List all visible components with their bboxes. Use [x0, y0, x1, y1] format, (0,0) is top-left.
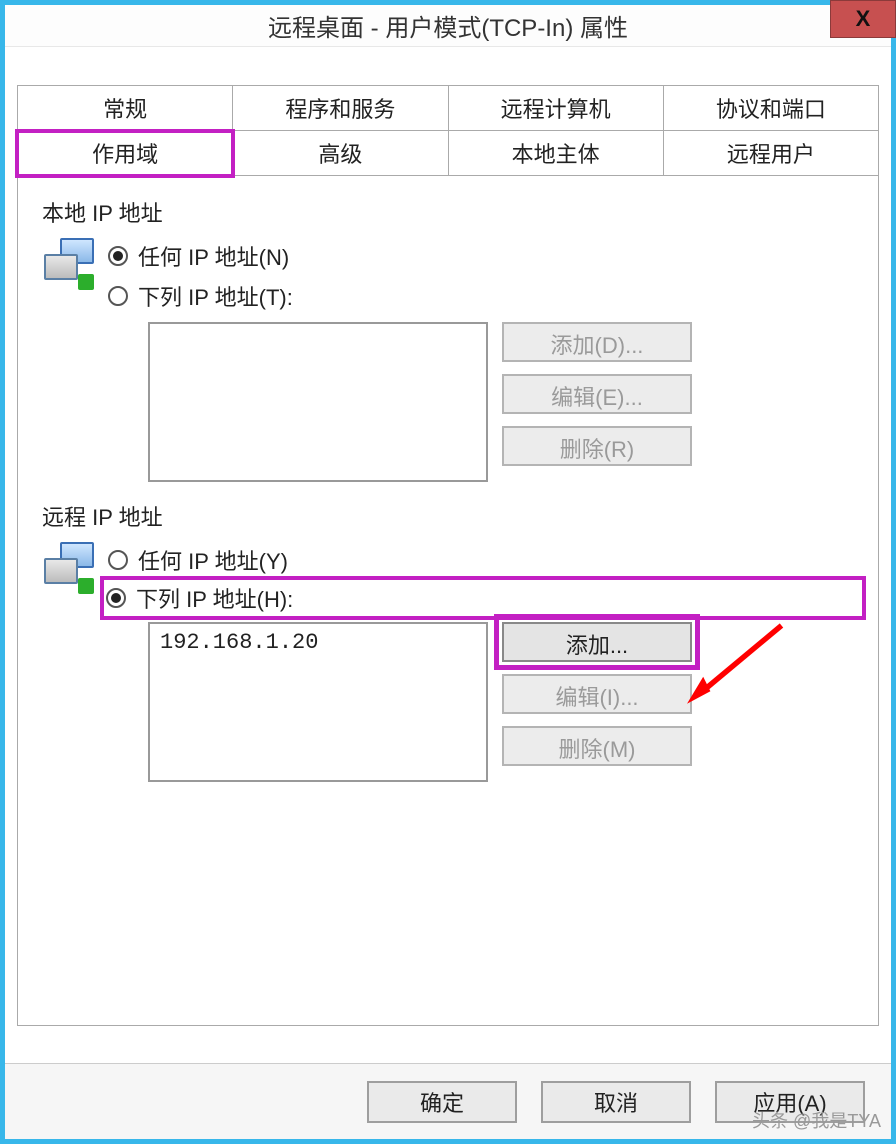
close-button[interactable]: X — [830, 0, 896, 38]
cancel-button[interactable]: 取消 — [541, 1081, 691, 1123]
tab-remote-users[interactable]: 远程用户 — [663, 131, 879, 176]
remote-remove-button: 删除(M) — [502, 726, 692, 766]
local-any-ip-radio[interactable] — [108, 246, 128, 266]
local-add-button: 添加(D)... — [502, 322, 692, 362]
network-icon — [42, 542, 98, 598]
tab-advanced[interactable]: 高级 — [232, 131, 448, 176]
tab-local-principals[interactable]: 本地主体 — [448, 131, 664, 176]
remote-any-ip-radio[interactable] — [108, 550, 128, 570]
watermark-text: 头条 @我是TYA — [752, 1107, 881, 1133]
tab-panel-scope: 本地 IP 地址 任何 IP 地址(N) 下列 IP 地址(T): — [17, 176, 879, 1026]
tab-protocols-ports[interactable]: 协议和端口 — [663, 85, 879, 131]
local-remove-button: 删除(R) — [502, 426, 692, 466]
local-these-ip-radio[interactable] — [108, 286, 128, 306]
remote-ip-listbox[interactable]: 192.168.1.20 — [148, 622, 488, 782]
remote-these-ip-label: 下列 IP 地址(H): — [136, 582, 293, 614]
tab-strip: 常规 程序和服务 远程计算机 协议和端口 作用域 高级 本地主体 远程用户 — [17, 85, 879, 176]
tab-general[interactable]: 常规 — [17, 85, 233, 131]
tab-scope[interactable]: 作用域 — [17, 131, 233, 176]
list-item[interactable]: 192.168.1.20 — [160, 630, 476, 655]
local-these-ip-label: 下列 IP 地址(T): — [138, 280, 293, 312]
local-edit-button: 编辑(E)... — [502, 374, 692, 414]
window-title: 远程桌面 - 用户模式(TCP-In) 属性 — [268, 8, 628, 43]
local-ip-listbox — [148, 322, 488, 482]
tab-remote-computers[interactable]: 远程计算机 — [448, 85, 664, 131]
titlebar: 远程桌面 - 用户模式(TCP-In) 属性 X — [5, 5, 891, 47]
ok-button[interactable]: 确定 — [367, 1081, 517, 1123]
tab-programs[interactable]: 程序和服务 — [232, 85, 448, 131]
local-any-ip-label: 任何 IP 地址(N) — [138, 240, 289, 272]
remote-add-button[interactable]: 添加... — [502, 622, 692, 662]
remote-ip-label: 远程 IP 地址 — [42, 500, 862, 532]
remote-these-ip-radio[interactable] — [106, 588, 126, 608]
network-icon — [42, 238, 98, 294]
local-ip-label: 本地 IP 地址 — [42, 196, 862, 228]
remote-edit-button: 编辑(I)... — [502, 674, 692, 714]
remote-any-ip-label: 任何 IP 地址(Y) — [138, 544, 288, 576]
